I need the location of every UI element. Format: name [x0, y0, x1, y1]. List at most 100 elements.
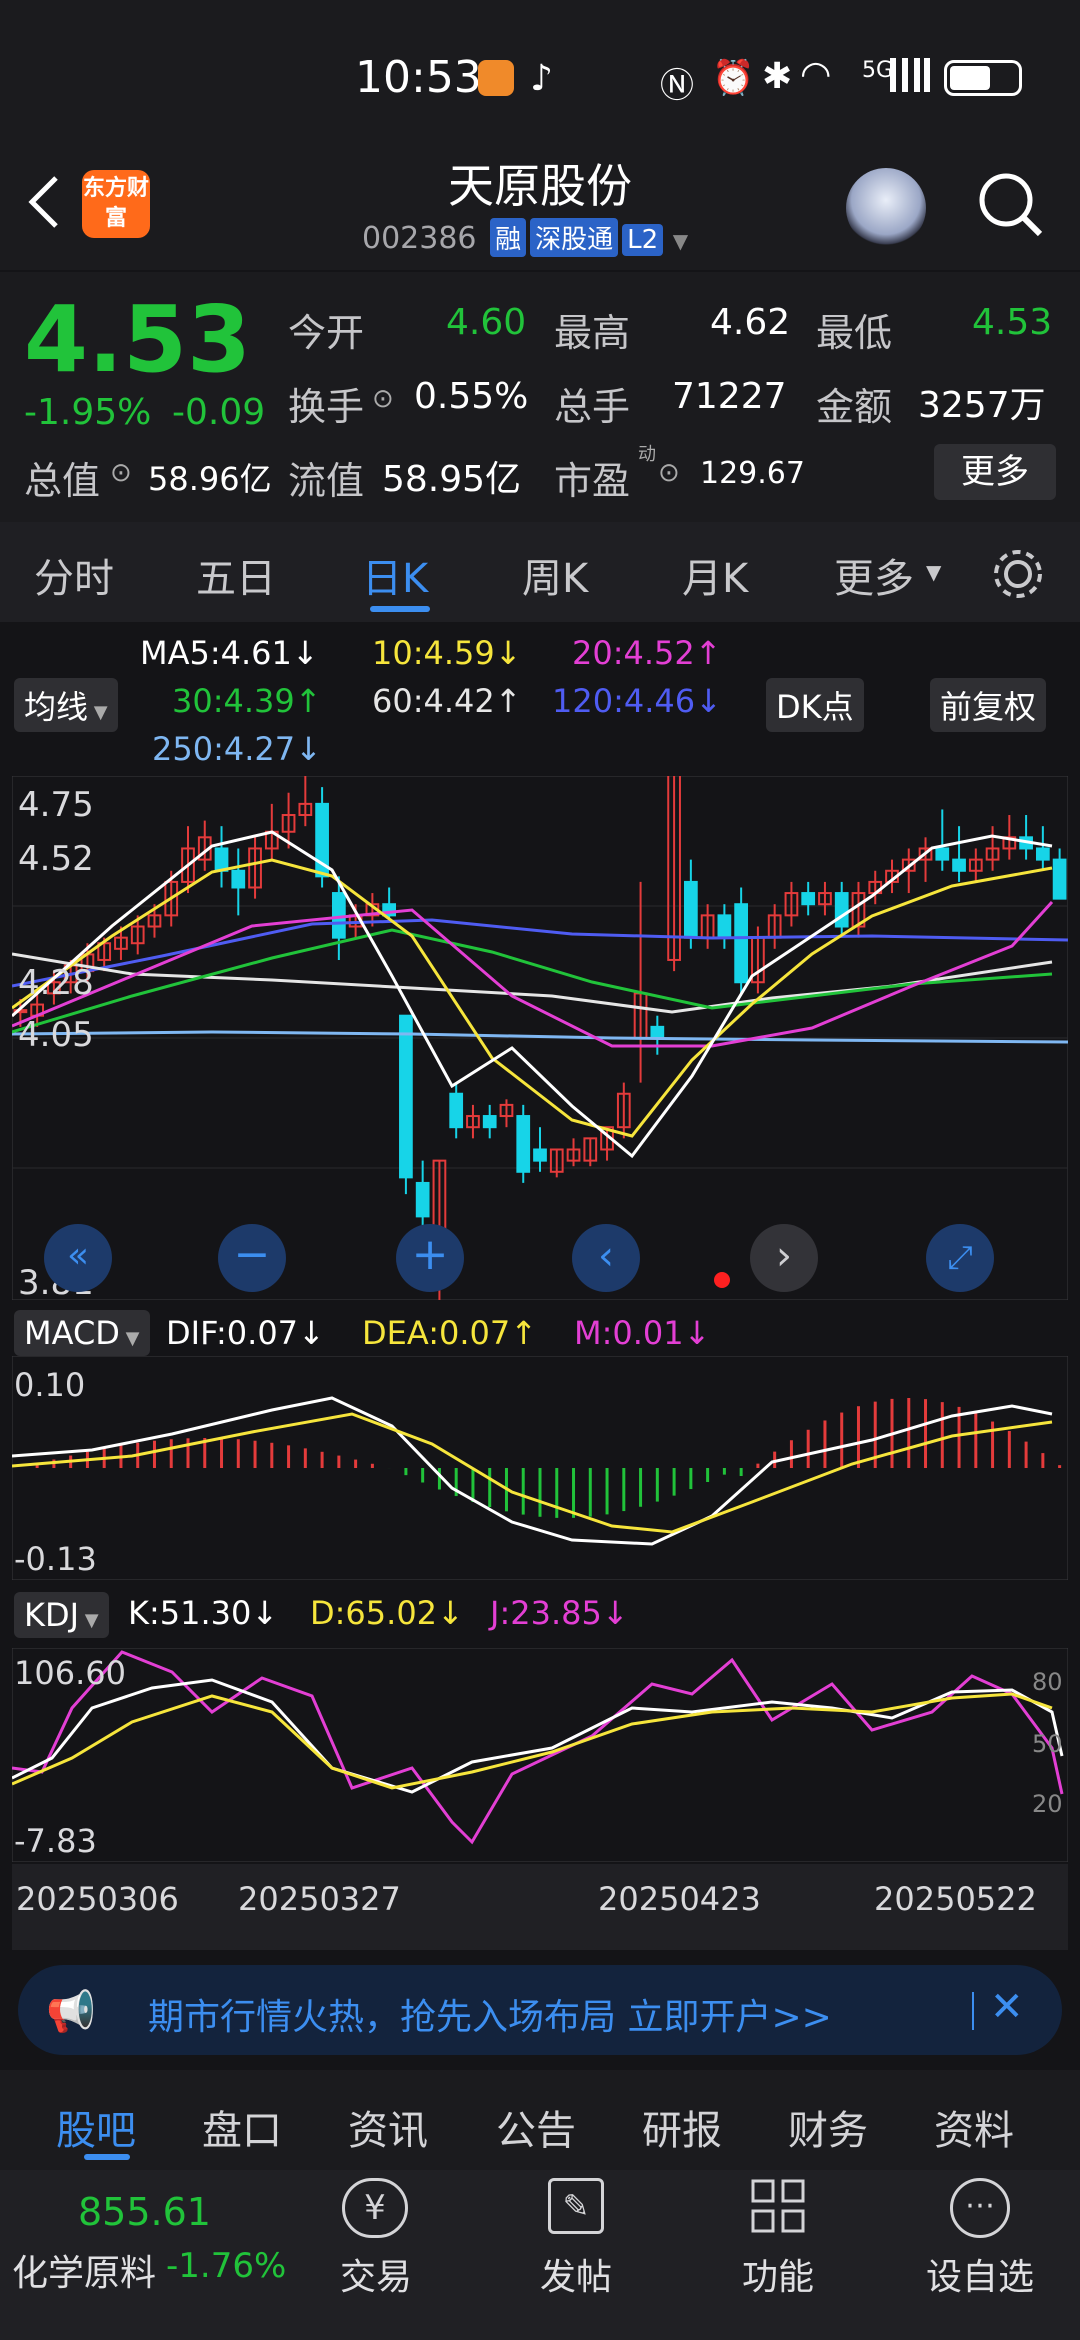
candle-body: [482, 1115, 497, 1129]
tab-more[interactable]: 更多: [834, 546, 914, 604]
app-notification-icon: [478, 60, 514, 96]
pe-superscript: 动: [638, 444, 656, 465]
d-line: [12, 1692, 1053, 1790]
tab-announcement[interactable]: 公告: [496, 2098, 576, 2156]
dock-post[interactable]: 发帖: [540, 2248, 612, 2300]
ma-selector-button[interactable]: 均线 ▼: [14, 678, 118, 732]
post-icon[interactable]: ✎: [548, 2178, 604, 2234]
search-icon[interactable]: [976, 170, 1046, 240]
candle-body: [231, 869, 246, 889]
ma250-line: [12, 1030, 1068, 1044]
next-button[interactable]: ›: [750, 1224, 818, 1292]
volume-label: 总手: [554, 385, 631, 429]
tab-five-day[interactable]: 五日: [196, 546, 276, 604]
tab-weekly-k[interactable]: 周K: [522, 546, 588, 604]
fullscreen-button[interactable]: ⤢: [926, 1224, 994, 1292]
kline-chart[interactable]: 4.75 4.52 4.28 4.05 3.81: [12, 776, 1068, 1300]
active-bottom-underline: [84, 2154, 130, 2160]
tab-intraday[interactable]: 分时: [34, 546, 114, 604]
alarm-icon: ⏰: [712, 58, 755, 98]
nfc-icon: Ⓝ: [660, 66, 694, 106]
tab-profile[interactable]: 资料: [934, 2098, 1014, 2156]
candle-body: [683, 880, 698, 939]
change-pct: -1.95%: [24, 392, 152, 433]
ma120-label: 120:4.46↓: [552, 682, 722, 720]
dock-function[interactable]: 功能: [742, 2248, 814, 2300]
candle-body: [650, 1025, 665, 1039]
ma60-label: 60:4.42↑: [372, 682, 522, 720]
info-icon[interactable]: ⊙: [110, 458, 132, 488]
float-cap-label: 流值: [288, 459, 365, 503]
divider: [972, 1992, 974, 2030]
candle-body: [533, 1148, 547, 1162]
prev-button[interactable]: ‹: [572, 1224, 640, 1292]
kdj-right-50: 50: [1032, 1730, 1063, 1758]
kdj-axis-top: 106.60: [14, 1654, 126, 1692]
tag-margin: 融: [490, 218, 527, 257]
change-val: -0.09: [172, 392, 266, 433]
open-label: 今开: [288, 311, 365, 355]
more-button[interactable]: 更多: [934, 444, 1056, 500]
candle-body: [449, 1092, 464, 1129]
candle-body: [516, 1115, 531, 1173]
tab-news[interactable]: 资讯: [348, 2098, 428, 2156]
tab-pankou[interactable]: 盘口: [202, 2098, 282, 2156]
candle-body: [834, 892, 849, 928]
sector-value[interactable]: 855.61: [78, 2190, 211, 2234]
high-value: 4.62: [710, 302, 791, 343]
dif-line: [12, 1396, 1053, 1546]
candle-body: [801, 892, 816, 906]
caret-down-icon: ▼: [88, 702, 108, 723]
chevron-down-icon[interactable]: ▼: [673, 229, 688, 253]
candle-body: [399, 1014, 413, 1179]
rewind-button[interactable]: «: [44, 1224, 112, 1292]
ma-selector-label: 均线: [24, 688, 89, 726]
gear-icon[interactable]: [990, 546, 1046, 602]
caret-down-icon: ▼: [79, 1610, 99, 1631]
tab-finance[interactable]: 财务: [788, 2098, 868, 2156]
dock-trade[interactable]: 交易: [340, 2248, 412, 2300]
kdj-chart: 106.60 -7.83 80 50 20: [12, 1648, 1068, 1862]
add-watchlist-icon[interactable]: ⋯: [950, 2178, 1010, 2238]
candle-body: [415, 1181, 430, 1218]
info-icon[interactable]: ⊙: [658, 458, 680, 488]
kdj-label: KDJ: [24, 1596, 80, 1634]
function-icon[interactable]: [750, 2178, 806, 2234]
tab-guba[interactable]: 股吧: [56, 2098, 136, 2156]
macd-chart: 0.10 -0.13: [12, 1356, 1068, 1580]
kdj-axis-bottom: -7.83: [14, 1822, 97, 1860]
mkt-cap-label: 总值: [24, 459, 101, 503]
sector-pct[interactable]: -1.76%: [166, 2246, 286, 2286]
kdj-selector-button[interactable]: KDJ ▼: [14, 1592, 109, 1638]
current-price: 4.53: [24, 286, 251, 393]
tab-monthly-k[interactable]: 月K: [682, 546, 748, 604]
candle-body: [331, 892, 346, 939]
zoom-in-button[interactable]: +: [396, 1224, 464, 1292]
k-line: [12, 1678, 1064, 1794]
zoom-out-button[interactable]: −: [218, 1224, 286, 1292]
dk-button[interactable]: DK点: [766, 678, 864, 732]
info-icon[interactable]: ⊙: [372, 384, 394, 414]
ma10-line: [12, 858, 1053, 1138]
amount-label: 金额: [816, 385, 893, 429]
banner-text[interactable]: 期市行情火热，抢先入场布局 立即开户>>: [148, 1988, 832, 2040]
robot-avatar-icon[interactable]: [846, 168, 926, 248]
macd-label: MACD: [24, 1314, 120, 1352]
sector-name[interactable]: 化学原料: [12, 2244, 156, 2296]
tag-l2: L2: [622, 224, 664, 256]
open-value: 4.60: [446, 302, 527, 343]
tab-daily-k[interactable]: 日K: [362, 546, 428, 604]
macd-selector-button[interactable]: MACD ▼: [14, 1310, 150, 1356]
trade-icon[interactable]: ¥: [342, 2178, 408, 2238]
kdj-d: D:65.02↓: [310, 1594, 464, 1632]
dock-add-watchlist[interactable]: 设自选: [926, 2248, 1034, 2300]
macd-m: M:0.01↓: [574, 1314, 711, 1352]
tab-research[interactable]: 研报: [642, 2098, 722, 2156]
fq-button[interactable]: 前复权: [930, 678, 1047, 732]
high-label: 最高: [554, 311, 631, 355]
close-icon[interactable]: ✕: [990, 1984, 1024, 2030]
candle-body: [1035, 847, 1050, 861]
tag-connect: 深股通: [530, 218, 619, 257]
date-label-4: 20250522: [874, 1880, 1037, 1918]
caret-down-icon: ▼: [119, 1328, 140, 1349]
